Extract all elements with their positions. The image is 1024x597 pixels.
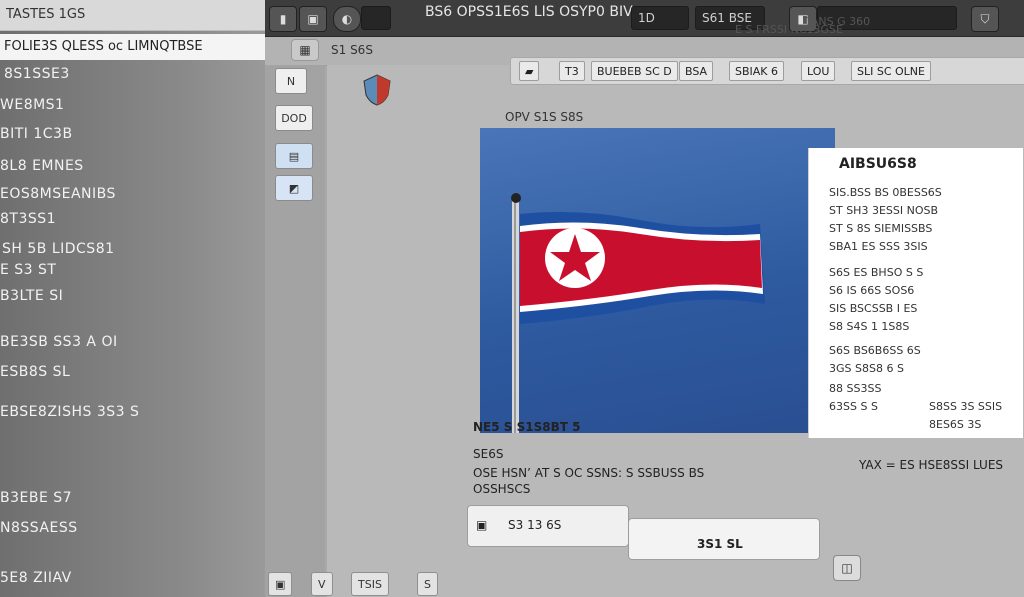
notes-line: S6S BS6B6SS 6S bbox=[829, 344, 921, 357]
notes-line: SIS BSCSSB I ES bbox=[829, 302, 918, 315]
caption-line: SE6S bbox=[473, 447, 504, 461]
notes-line: SBA1 ES SSS 3SIS bbox=[829, 240, 928, 253]
sidebar-item[interactable]: E S3 ST bbox=[0, 262, 56, 278]
caption-title: NE5 S S1S8BT 5 bbox=[473, 420, 581, 434]
toolbar-title: BS6 OPSS1E6S LIS OSYP0 BIV bbox=[425, 4, 633, 20]
flag-photo bbox=[480, 128, 835, 433]
subbar-label: S1 S6S bbox=[331, 43, 373, 57]
shield-icon[interactable]: ⛉ bbox=[971, 6, 999, 32]
footer-button[interactable]: V bbox=[311, 572, 333, 596]
format-button[interactable]: SLI SC OLNE bbox=[851, 61, 931, 81]
sidebar-item[interactable]: B3LTE SI bbox=[0, 288, 63, 304]
sidebar-item[interactable]: 8L8 EMNES bbox=[0, 158, 84, 174]
notes-line: ST SH3 3ESSI NOSB bbox=[829, 204, 939, 217]
format-button[interactable]: BSA bbox=[679, 61, 714, 81]
format-button[interactable]: T3 bbox=[559, 61, 585, 81]
format-toolbar: ▰ T3 BUEBEB SC D BSA SBIAK 6 LOU SLI SC … bbox=[510, 57, 1024, 85]
caption-line: OSSHSCS bbox=[473, 482, 531, 496]
sidebar-item[interactable]: N8SSAESS bbox=[0, 520, 78, 536]
rail-button[interactable]: N bbox=[275, 68, 307, 94]
notes-line: 63SS S S bbox=[829, 400, 878, 413]
grid-icon[interactable]: ▦ bbox=[291, 39, 319, 61]
footer-button[interactable]: TSIS bbox=[351, 572, 389, 596]
sidebar-item[interactable]: 8T3SS1 bbox=[0, 211, 56, 227]
sidebar-item[interactable]: BITI 1C3B bbox=[0, 126, 73, 142]
save-icon[interactable]: ▣ bbox=[268, 572, 293, 596]
notes-line: SIS.BSS BS 0BESS6S bbox=[829, 186, 942, 199]
shield-icon bbox=[363, 74, 391, 106]
subbar-right-text: TANS G 360 bbox=[805, 15, 871, 28]
notes-line: S8SS 3S SSIS bbox=[929, 400, 1003, 413]
sidebar-title: TASTES 1GS bbox=[6, 7, 86, 22]
notes-title: AIBSU6S8 bbox=[839, 156, 917, 172]
format-button[interactable]: LOU bbox=[801, 61, 836, 81]
sidebar-toggle-icon[interactable]: ▮ bbox=[269, 6, 297, 32]
sidebar-item-selected[interactable]: FOLIE3S QLESS oc LIMNQTBSE bbox=[0, 34, 265, 60]
image-icon[interactable]: ▤ bbox=[275, 143, 313, 169]
bottom-field-secondary[interactable]: 3S1 SL bbox=[628, 518, 820, 560]
sidebar-item[interactable]: 5E8 ZIIAV bbox=[0, 570, 72, 586]
toolbar: ▮ ▣ ◐ BS6 OPSS1E6S LIS OSYP0 BIV 1D S61 … bbox=[265, 0, 1024, 37]
notes-panel: AIBSU6S8 SIS.BSS BS 0BESS6S ST SH3 3ESSI… bbox=[808, 148, 1023, 438]
format-button[interactable]: SBIAK 6 bbox=[729, 61, 785, 81]
document-heading: OPV S1S S8S bbox=[505, 110, 584, 124]
footer-button[interactable]: S bbox=[417, 572, 438, 596]
sidebar-titlebar: TASTES 1GS bbox=[0, 0, 265, 31]
sidebar-item-label: FOLIE3S QLESS oc LIMNQTBSE bbox=[4, 39, 203, 54]
main-window: ▮ ▣ ◐ BS6 OPSS1E6S LIS OSYP0 BIV 1D S61 … bbox=[265, 0, 1024, 597]
shield-icon[interactable]: ◐ bbox=[333, 6, 361, 32]
flag-icon[interactable]: ▰ bbox=[519, 61, 540, 81]
sidebar-item[interactable]: WE8MS1 bbox=[0, 97, 64, 113]
bottom-field-text: S3 13 6S bbox=[508, 518, 562, 532]
caption-line: OSE HSN’ AT S OC SSNS: S SSBUSS BS bbox=[473, 466, 705, 480]
window-icon[interactable]: ▣ bbox=[299, 6, 327, 32]
format-button[interactable]: BUEBEB SC D bbox=[591, 61, 678, 81]
notes-line: ST S 8S SIEMISSBS bbox=[829, 222, 933, 235]
notes-line: 88 SS3SS bbox=[829, 382, 882, 395]
notes-line: S6 IS 66S SOS6 bbox=[829, 284, 915, 297]
sidebar-item[interactable]: 8S1SSE3 bbox=[4, 66, 70, 82]
left-rail: N DOD ▤ ◩ bbox=[265, 65, 325, 597]
bottom-field[interactable]: ▣ S3 13 6S bbox=[467, 505, 629, 547]
sidebar-item[interactable]: BE3SB SS3 A OI bbox=[0, 334, 118, 350]
sidebar-item[interactable]: EBSE8ZISHS 3S3 S bbox=[0, 404, 139, 420]
nav-field[interactable] bbox=[361, 6, 391, 30]
caption-line: YAX = ES HSE8SSI LUES bbox=[859, 458, 1004, 472]
sidebar-item[interactable]: ESB8S SL bbox=[0, 364, 70, 380]
sidebar: TASTES 1GS FOLIE3S QLESS oc LIMNQTBSE 8S… bbox=[0, 0, 265, 597]
notes-line: 3GS S8S8 6 S bbox=[829, 362, 904, 375]
image-icon[interactable]: ◩ bbox=[275, 175, 313, 201]
flag-icon bbox=[511, 193, 765, 433]
lock-icon: ▣ bbox=[476, 518, 488, 532]
zoom-field[interactable]: 1D bbox=[631, 6, 689, 30]
bottom-field-text: 3S1 SL bbox=[697, 537, 743, 551]
sidebar-item[interactable]: B3EBE S7 bbox=[0, 490, 72, 506]
sidebar-item[interactable]: SH 5B LIDCS81 bbox=[2, 241, 115, 257]
action-icon[interactable]: ◫ bbox=[833, 555, 861, 581]
notes-line: 8ES6S 3S bbox=[929, 418, 982, 431]
rail-button[interactable]: DOD bbox=[275, 105, 313, 131]
notes-line: S8 S4S 1 1S8S bbox=[829, 320, 910, 333]
notes-line: S6S ES BHSO S S bbox=[829, 266, 924, 279]
sidebar-item[interactable]: EOS8MSEANIBS bbox=[0, 186, 116, 202]
